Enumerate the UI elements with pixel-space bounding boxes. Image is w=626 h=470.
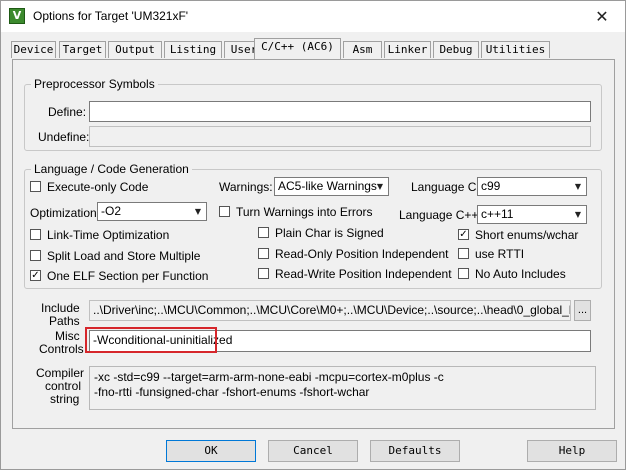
compiler-string-line2: -fno-rtti -funsigned-char -fshort-enums … [94,385,370,399]
ropi-label: Read-Only Position Independent [275,247,449,261]
undefine-label: Undefine: [38,130,90,144]
tab-utilities[interactable]: Utilities [481,41,550,58]
close-button[interactable]: ✕ [579,1,625,32]
plain-char-box [258,227,269,238]
optimization-label: Optimization: [30,206,101,220]
define-input[interactable] [89,101,591,122]
language-c-select[interactable]: c99 ▼ [477,177,587,196]
compiler-label-line2: control [45,379,82,393]
misc-label-line2: Controls [39,342,84,356]
tab-output[interactable]: Output [108,41,162,58]
compiler-label-line1: Compiler [36,366,85,380]
rwpi-label: Read-Write Position Independent [275,267,452,281]
include-paths-browse-button[interactable]: ... [574,300,591,321]
defaults-button[interactable]: Defaults [370,440,460,462]
turn-warnings-label: Turn Warnings into Errors [236,205,373,219]
lto-box [30,229,41,240]
language-cpp-label: Language C++: [399,208,482,222]
language-cpp-select[interactable]: c++11 ▼ [477,205,587,224]
options-dialog: V Options for Target 'UM321xF' ✕ Device … [0,0,626,470]
split-load-box [30,250,41,261]
preprocessor-group-title: Preprocessor Symbols [31,77,158,91]
warnings-select[interactable]: AC5-like Warnings ▼ [274,177,389,196]
execute-only-label: Execute-only Code [47,180,149,194]
lto-label: Link-Time Optimization [47,228,170,242]
warnings-label: Warnings: [219,180,273,194]
warnings-value: AC5-like Warnings [278,179,377,193]
tab-debug[interactable]: Debug [433,41,479,58]
window-title: Options for Target 'UM321xF' [33,9,189,23]
tab-asm[interactable]: Asm [343,41,382,58]
ropi-box [258,248,269,259]
turn-warnings-box [219,206,230,217]
help-button[interactable]: Help [527,440,617,462]
use-rtti-box [458,248,469,259]
check-icon: ✓ [30,270,41,281]
one-elf-label: One ELF Section per Function [47,269,209,283]
chevron-down-icon: ▼ [574,210,582,219]
language-c-value: c99 [481,179,501,193]
tab-listing[interactable]: Listing [164,41,222,58]
plain-char-label: Plain Char is Signed [275,226,384,240]
misc-label-line1: Misc [55,329,80,343]
rwpi-box [258,268,269,279]
compiler-control-string: -xc -std=c99 --target=arm-arm-none-eabi … [89,366,596,410]
no-auto-includes-label: No Auto Includes [475,267,566,281]
language-group-title: Language / Code Generation [31,162,192,176]
include-label-line1: Include [41,301,80,315]
keil-uvision-icon: V [9,8,25,24]
optimization-select[interactable]: -O2 ▼ [97,202,207,221]
cancel-button[interactable]: Cancel [268,440,358,462]
include-label-line2: Paths [49,314,80,328]
chevron-down-icon: ▼ [376,182,384,191]
tab-c-cpp-ac6[interactable]: C/C++ (AC6) [254,38,341,59]
no-auto-includes-box [458,268,469,279]
chevron-down-icon: ▼ [574,182,582,191]
tab-linker[interactable]: Linker [384,41,431,58]
chevron-down-icon: ▼ [194,207,202,216]
execute-only-box [30,181,41,192]
tab-device[interactable]: Device [11,41,56,58]
compiler-string-line1: -xc -std=c99 --target=arm-arm-none-eabi … [94,370,444,384]
undefine-input[interactable] [89,126,591,147]
ok-button[interactable]: OK [166,440,256,462]
optimization-value: -O2 [101,204,122,218]
language-cpp-value: c++11 [481,207,514,221]
tab-target[interactable]: Target [59,41,106,58]
highlight-box [85,327,217,353]
title-bar: V Options for Target 'UM321xF' ✕ [1,1,625,32]
language-c-label: Language C: [411,180,480,194]
use-rtti-label: use RTTI [475,247,525,261]
short-enums-label: Short enums/wchar [475,228,579,242]
define-label: Define: [48,105,87,119]
split-load-label: Split Load and Store Multiple [47,249,201,263]
check-icon: ✓ [458,229,469,240]
include-paths-input[interactable]: ..\Driver\inc;..\MCU\Common;..\MCU\Core\… [89,300,571,321]
compiler-label-line3: string [50,392,80,406]
